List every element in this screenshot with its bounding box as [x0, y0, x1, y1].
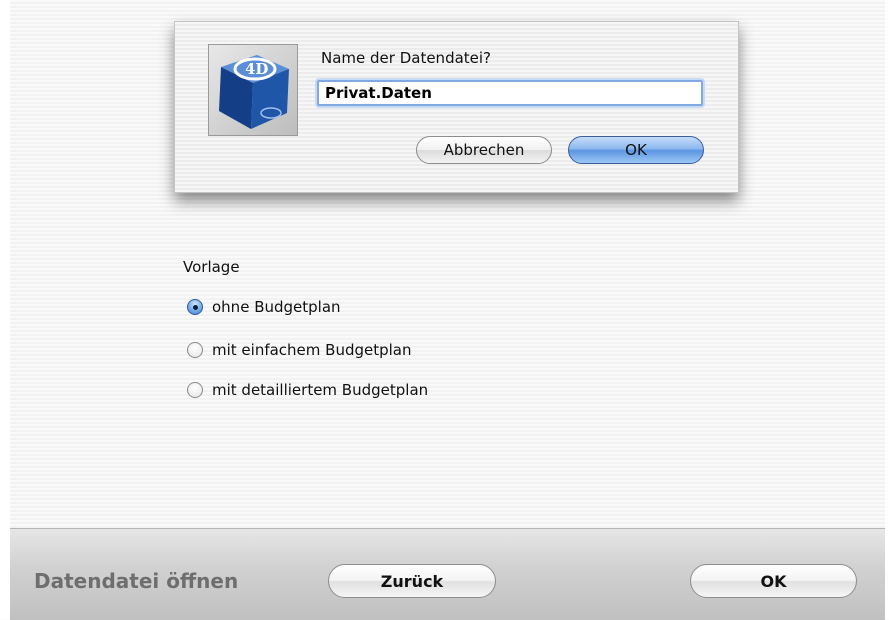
filename-input[interactable]	[317, 80, 703, 106]
radio-button[interactable]	[187, 342, 203, 358]
radio-option-detailed-budget[interactable]: mit detailliertem Budgetplan	[187, 379, 428, 401]
window-left-edge	[0, 0, 10, 619]
radio-option-no-budget[interactable]: ohne Budgetplan	[187, 296, 341, 318]
footer-title: Datendatei öffnen	[34, 569, 239, 593]
sheet-ok-button[interactable]: OK	[568, 136, 704, 164]
filename-prompt-label: Name der Datendatei?	[321, 49, 492, 67]
radio-option-simple-budget[interactable]: mit einfachem Budgetplan	[187, 339, 412, 361]
radio-option-label: ohne Budgetplan	[212, 298, 341, 316]
radio-dot	[192, 304, 198, 310]
radio-button-selected[interactable]	[187, 299, 203, 315]
back-button[interactable]: Zurück	[328, 564, 496, 598]
footer-bar: Datendatei öffnen Zurück OK	[10, 528, 885, 620]
radio-option-label: mit detailliertem Budgetplan	[212, 381, 429, 399]
filename-sheet-dialog: 4D Name der Datendatei? Abbrechen OK	[174, 21, 739, 193]
svg-text:4D: 4D	[245, 60, 268, 78]
4d-cube-icon: 4D	[208, 44, 298, 136]
cancel-button[interactable]: Abbrechen	[416, 136, 552, 164]
radio-option-label: mit einfachem Budgetplan	[212, 341, 412, 359]
radio-button[interactable]	[187, 382, 203, 398]
template-group-label: Vorlage	[183, 258, 240, 276]
window-right-edge	[885, 0, 889, 619]
footer-ok-button[interactable]: OK	[690, 564, 857, 598]
